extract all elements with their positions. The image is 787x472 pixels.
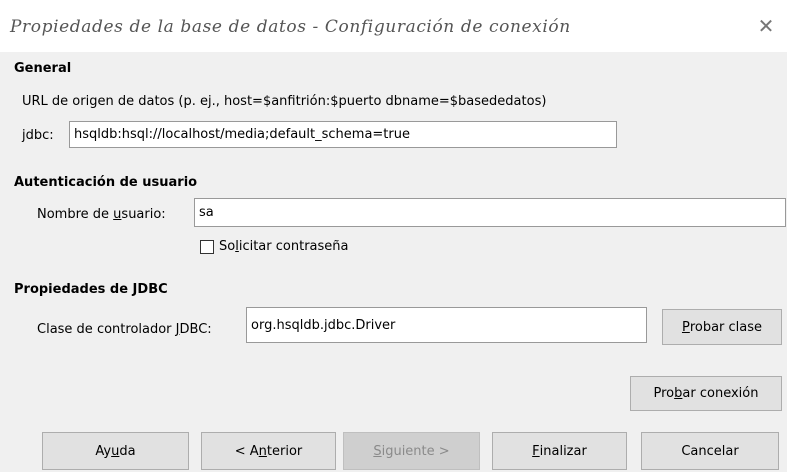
back-button[interactable]: < An terior xyxy=(201,432,336,470)
datasource-url-input[interactable]: hsqldb:hsql://localhost/media;default_sc… xyxy=(69,121,617,148)
general-heading: General xyxy=(14,61,72,76)
title-bar: Propiedades de la base de datos - Config… xyxy=(0,0,787,52)
test-class-button[interactable]: Probar clase xyxy=(662,309,782,345)
connection-settings-dialog: Propiedades de la base de datos - Config… xyxy=(0,0,787,472)
url-help-label: URL de origen de datos (p. ej., host=$an… xyxy=(22,94,547,109)
password-required-checkbox[interactable] xyxy=(200,240,214,254)
next-button[interactable]: Siguiente > xyxy=(343,432,480,470)
help-button[interactable]: Ay u da xyxy=(42,432,189,470)
username-label: Nombre de usuario: xyxy=(37,207,166,222)
close-button[interactable]: ✕ xyxy=(751,13,781,39)
close-icon: ✕ xyxy=(757,14,775,38)
jdbc-prefix-label: jdbc: xyxy=(22,128,54,143)
dialog-title: Propiedades de la base de datos - Config… xyxy=(10,17,571,37)
username-input[interactable]: sa xyxy=(194,198,786,227)
driver-class-label: Clase de controlador JDBC: xyxy=(37,322,212,337)
finish-button[interactable]: Finalizar xyxy=(492,432,627,470)
driver-class-input[interactable]: org.hsqldb.jdbc.Driver xyxy=(246,307,647,343)
test-connection-button[interactable]: Pro b ar conexión xyxy=(630,376,782,411)
jdbc-heading: Propiedades de JDBC xyxy=(14,282,168,297)
password-required-label[interactable]: Solicitar contraseña xyxy=(219,239,348,254)
auth-heading: Autenticación de usuario xyxy=(14,175,198,190)
cancel-button[interactable]: Cancelar xyxy=(641,432,779,470)
